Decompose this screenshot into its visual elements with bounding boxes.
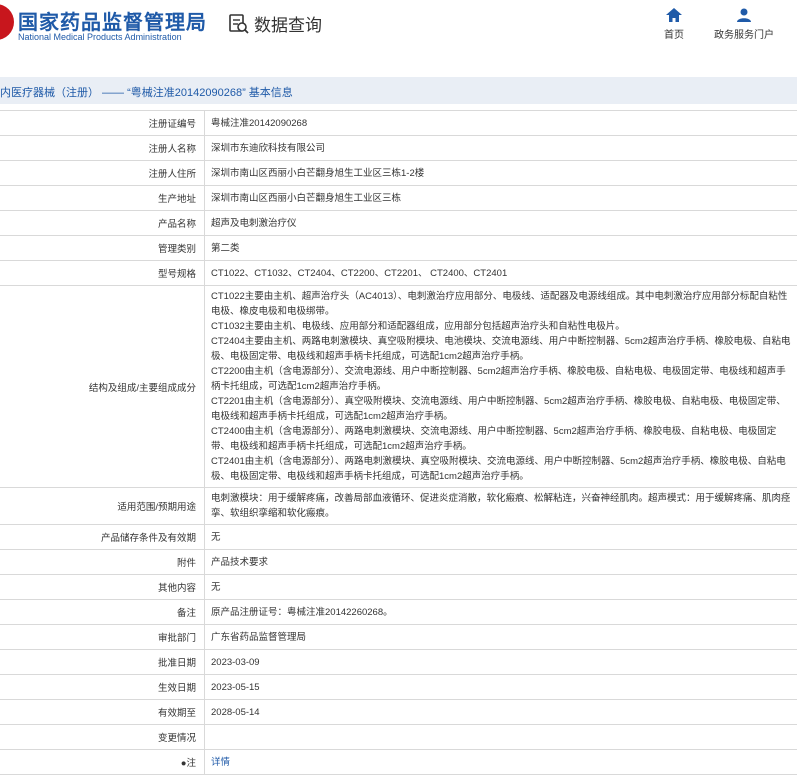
table-row: 附件 产品技术要求 (0, 549, 797, 575)
nav-portal-label: 政务服务门户 (714, 30, 774, 41)
row-label: 有效期至 (0, 699, 205, 725)
table-row: 其他内容无 (0, 574, 797, 600)
structure-line: CT2404主要由主机、两路电刺激模块、真空吸附模块、电池模块、交流电源线、用户… (211, 336, 791, 362)
structure-line: CT2201由主机（含电源部分）、真空吸附模块、交流电源线、用户中断控制器、5c… (211, 396, 786, 422)
table-row: 生产地址 深圳市南山区西丽小白芒翻身旭生工业区三栋 (0, 185, 797, 211)
table-row: 批准日期 2023-03-09 (0, 649, 797, 675)
table-row: 适用范围/预期用途 电刺激模块：用于缓解疼痛，改善局部血液循环、促进炎症消散，软… (0, 487, 797, 525)
table-row: ●注 详情 (0, 749, 797, 775)
row-label: 管理类别 (0, 235, 205, 261)
table-row: 结构及组成/主要组成成分 CT1022主要由主机、超声治疗头（AC4013）、电… (0, 285, 797, 488)
row-label: 产品储存条件及有效期 (0, 524, 205, 550)
table-row: 注册人名称 深圳市东迪欣科技有限公司 (0, 135, 797, 161)
home-icon (666, 8, 682, 22)
table-row: 生效日期 2023-05-15 (0, 674, 797, 700)
user-icon (737, 8, 751, 22)
table-row: 型号规格 CT1022、CT1032、CT2404、CT2200、CT2201、 … (0, 260, 797, 286)
nav-service-portal[interactable]: 政务服务门户 (709, 8, 779, 41)
table-row: 注册人住所 深圳市南山区西丽小白芒翻身旭生工业区三栋1-2楼 (0, 160, 797, 186)
data-query-label: 数据查询 (254, 16, 322, 35)
table-row: 注册证编号 粤械注准20142090268 (0, 110, 797, 136)
row-label: 生效日期 (0, 674, 205, 700)
row-label: 注册人名称 (0, 135, 205, 161)
nav-home[interactable]: 首页 (639, 8, 709, 41)
scope-value: 电刺激模块：用于缓解疼痛，改善局部血液循环、促进炎症消散，软化瘢痕、松解粘连，兴… (204, 487, 797, 525)
row-label: 批准日期 (0, 649, 205, 675)
row-label: 变更情况 (0, 724, 205, 750)
table-row: 管理类别 第二类 (0, 235, 797, 261)
structure-value: CT1022主要由主机、超声治疗头（AC4013）、电刺激治疗应用部分、电极线、… (204, 285, 797, 488)
table-row: 产品储存条件及有效期无 (0, 524, 797, 550)
detail-table: 注册证编号 粤械注准20142090268 注册人名称 深圳市东迪欣科技有限公司 注册人… (0, 110, 797, 775)
row-value: 深圳市东迪欣科技有限公司 (204, 135, 797, 161)
table-row: 产品名称 超声及电刺激治疗仪 (0, 210, 797, 236)
row-value: 2023-03-09 (204, 649, 797, 675)
page-title: 内医疗器械（注册） —— “粤械注准20142090268” 基本信息 (0, 87, 293, 99)
row-label: 其他内容 (0, 574, 205, 600)
page-title-bar: 内医疗器械（注册） —— “粤械注准20142090268” 基本信息 (0, 77, 797, 104)
row-value: 粤械注准20142090268 (204, 110, 797, 136)
row-value (204, 724, 797, 750)
row-label: 产品名称 (0, 210, 205, 236)
structure-line: CT1032主要由主机、电极线、应用部分和适配器组成，应用部分包括超声治疗头和自… (211, 321, 625, 332)
table-row: 变更情况 (0, 724, 797, 750)
table-row: 审批部门 广东省药品监督管理局 (0, 624, 797, 650)
row-value: 无 (204, 524, 797, 550)
row-value: 第二类 (204, 235, 797, 261)
row-label: 型号规格 (0, 260, 205, 286)
detail-table-wrap: 注册证编号 粤械注准20142090268 注册人名称 深圳市东迪欣科技有限公司 注册人… (0, 110, 797, 775)
row-value: 2023-05-15 (204, 674, 797, 700)
nav-home-label: 首页 (664, 30, 684, 41)
logo-subtitle[interactable]: National Medical Products Administration (18, 32, 182, 42)
note-label: ●注 (0, 749, 205, 775)
emblem-icon (0, 4, 14, 40)
structure-line: CT2400由主机（含电源部分）、两路电刺激模块、交流电源线、用户中断控制器、5… (211, 426, 777, 452)
row-value: 深圳市南山区西丽小白芒翻身旭生工业区三栋1-2楼 (204, 160, 797, 186)
row-value: 超声及电刺激治疗仪 (204, 210, 797, 236)
note-value: 详情 (204, 749, 797, 775)
row-value: CT1022、CT1032、CT2404、CT2200、CT2201、 CT24… (204, 260, 797, 286)
structure-line: CT2200由主机（含电源部分）、交流电源线、用户中断控制器、5cm2超声治疗手… (211, 366, 786, 392)
data-search-icon (229, 13, 249, 34)
structure-line: CT2401由主机（含电源部分）、两路电刺激模块、真空吸附模块、交流电源线、用户… (211, 456, 786, 482)
data-query-link[interactable]: 数据查询 (228, 11, 322, 36)
row-value: 无 (204, 574, 797, 600)
table-row: 备注 原产品注册证号：粤械注准20142260268。 (0, 599, 797, 625)
row-label: 生产地址 (0, 185, 205, 211)
row-label: 结构及组成/主要组成成分 (0, 285, 205, 488)
row-label: 备注 (0, 599, 205, 625)
row-label: 附件 (0, 549, 205, 575)
row-label: 注册证编号 (0, 110, 205, 136)
row-label: 适用范围/预期用途 (0, 487, 205, 525)
logo-title[interactable]: 国家药品监督管理局 (18, 6, 207, 35)
row-value: 2028-05-14 (204, 699, 797, 725)
row-label: 注册人住所 (0, 160, 205, 186)
row-value: 深圳市南山区西丽小白芒翻身旭生工业区三栋 (204, 185, 797, 211)
site-header: 国家药品监督管理局 National Medical Products Admi… (0, 0, 797, 73)
row-value: 原产品注册证号：粤械注准20142260268。 (204, 599, 797, 625)
row-value: 广东省药品监督管理局 (204, 624, 797, 650)
table-row: 有效期至 2028-05-14 (0, 699, 797, 725)
structure-line: CT1022主要由主机、超声治疗头（AC4013）、电刺激治疗应用部分、电极线、… (211, 291, 788, 317)
row-label: 审批部门 (0, 624, 205, 650)
detail-link[interactable]: 详情 (211, 757, 230, 768)
row-value: 产品技术要求 (204, 549, 797, 575)
